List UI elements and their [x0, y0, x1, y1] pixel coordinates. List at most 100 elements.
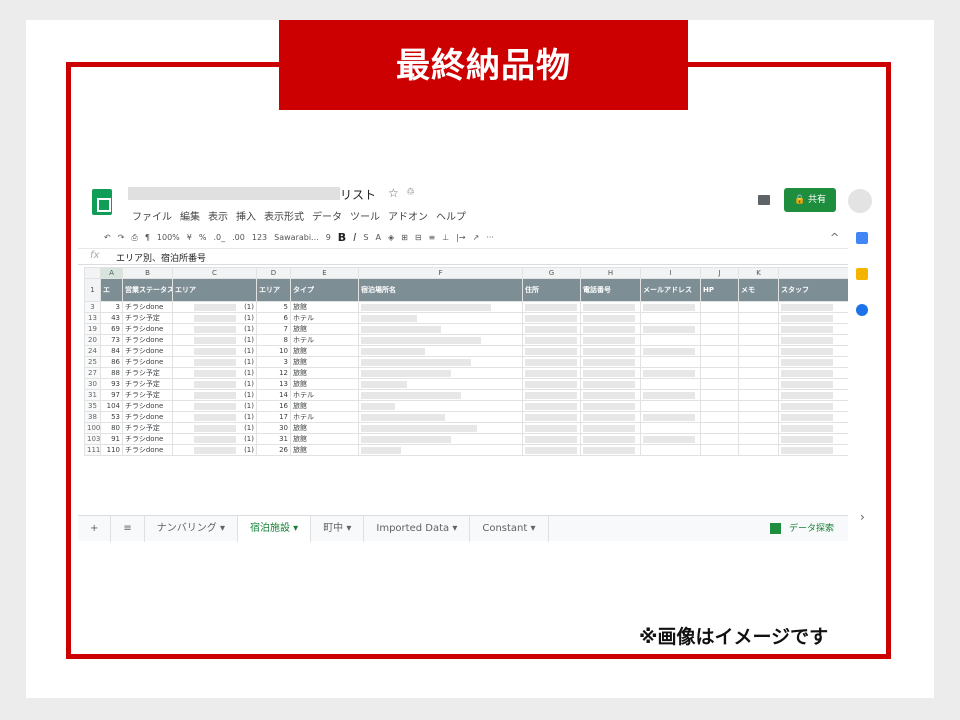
cell-redacted[interactable]: [522, 312, 581, 324]
cell-redacted[interactable]: [522, 433, 581, 445]
header-cell[interactable]: HP: [700, 278, 739, 302]
header-cell[interactable]: 営業ステータス: [122, 278, 173, 302]
cell-area[interactable]: (1): [172, 411, 257, 423]
cell-redacted[interactable]: [738, 323, 779, 335]
strikethrough-button[interactable]: S: [363, 233, 368, 242]
cell-status[interactable]: チラシ予定: [122, 367, 173, 379]
cell-status[interactable]: チラシdone: [122, 301, 173, 313]
cell-redacted[interactable]: [778, 345, 848, 357]
cell-redacted[interactable]: [358, 378, 523, 390]
row-number[interactable]: 35: [84, 400, 101, 412]
increase-decimal-button[interactable]: .00: [232, 233, 245, 242]
formula-input[interactable]: エリア別、宿泊所番号: [116, 251, 206, 264]
header-cell[interactable]: 宿泊場所名: [358, 278, 523, 302]
cell-status[interactable]: チラシdone: [122, 323, 173, 335]
cell-redacted[interactable]: [738, 389, 779, 401]
cell-area[interactable]: (1): [172, 345, 257, 357]
table-row[interactable]: 111 110 チラシdone (1) 26 旅館: [84, 444, 848, 456]
cell-redacted[interactable]: [640, 301, 701, 313]
cell-redacted[interactable]: [778, 356, 848, 368]
cell-redacted[interactable]: [358, 422, 523, 434]
table-row[interactable]: 13 43 チラシ予定 (1) 6 ホテル: [84, 312, 848, 324]
text-wrap-icon[interactable]: |→: [456, 233, 465, 242]
cell-status[interactable]: チラシ予定: [122, 422, 173, 434]
cell-area-number[interactable]: 5: [256, 301, 291, 313]
cell-area-number[interactable]: 31: [256, 433, 291, 445]
share-button[interactable]: 🔒 共有: [784, 188, 836, 212]
cell-status[interactable]: チラシ予定: [122, 312, 173, 324]
cell-redacted[interactable]: [358, 400, 523, 412]
cell-redacted[interactable]: [580, 345, 641, 357]
cell-redacted[interactable]: [522, 400, 581, 412]
cell-type[interactable]: 旅館: [290, 378, 359, 390]
cell-area[interactable]: (1): [172, 334, 257, 346]
sheet-grid[interactable]: A B C D E F G H I J K 1 エ 営業ステータス エリア エリ…: [84, 267, 848, 507]
cell-redacted[interactable]: [580, 323, 641, 335]
cell-redacted[interactable]: [778, 323, 848, 335]
cell-redacted[interactable]: [640, 400, 701, 412]
column-header[interactable]: B: [122, 267, 173, 279]
cell-redacted[interactable]: [700, 367, 739, 379]
cell-id[interactable]: 104: [100, 400, 123, 412]
cell-redacted[interactable]: [778, 334, 848, 346]
menu-view[interactable]: 表示: [208, 208, 228, 223]
table-row[interactable]: 30 93 チラシ予定 (1) 13 旅館: [84, 378, 848, 390]
cell-redacted[interactable]: [522, 301, 581, 313]
column-header[interactable]: K: [738, 267, 779, 279]
bold-button[interactable]: B: [338, 231, 346, 244]
table-row[interactable]: 31 97 チラシ予定 (1) 14 ホテル: [84, 389, 848, 401]
cell-area-number[interactable]: 17: [256, 411, 291, 423]
cell-status[interactable]: チラシdone: [122, 356, 173, 368]
row-number[interactable]: 30: [84, 378, 101, 390]
cell-type[interactable]: 旅館: [290, 444, 359, 456]
align-vertical-icon[interactable]: ⊥: [442, 233, 449, 242]
cell-id[interactable]: 110: [100, 444, 123, 456]
cell-status[interactable]: チラシ予定: [122, 389, 173, 401]
header-cell[interactable]: メールアドレス: [640, 278, 701, 302]
cell-redacted[interactable]: [738, 400, 779, 412]
cell-area-number[interactable]: 26: [256, 444, 291, 456]
column-header[interactable]: C: [172, 267, 257, 279]
column-header[interactable]: H: [580, 267, 641, 279]
cell-redacted[interactable]: [700, 422, 739, 434]
row-number[interactable]: 27: [84, 367, 101, 379]
zoom-select[interactable]: 100%: [157, 233, 180, 242]
cell-redacted[interactable]: [358, 444, 523, 456]
italic-button[interactable]: I: [353, 231, 356, 244]
cell-status[interactable]: チラシdone: [122, 433, 173, 445]
keep-icon[interactable]: [856, 268, 868, 280]
menu-insert[interactable]: 挿入: [236, 208, 256, 223]
cell-id[interactable]: 3: [100, 301, 123, 313]
table-row[interactable]: 100 80 チラシ予定 (1) 30 旅館: [84, 422, 848, 434]
cell-status[interactable]: チラシdone: [122, 444, 173, 456]
cell-redacted[interactable]: [580, 301, 641, 313]
table-row[interactable]: 19 69 チラシdone (1) 7 旅館: [84, 323, 848, 335]
cell-redacted[interactable]: [640, 389, 701, 401]
cell-area-number[interactable]: 16: [256, 400, 291, 412]
currency-format-button[interactable]: ¥: [187, 233, 192, 242]
number-format-select[interactable]: 123: [252, 233, 267, 242]
cell-area-number[interactable]: 14: [256, 389, 291, 401]
table-row[interactable]: 103 91 チラシdone (1) 31 旅館: [84, 433, 848, 445]
cell-redacted[interactable]: [358, 411, 523, 423]
cell-id[interactable]: 93: [100, 378, 123, 390]
cell-redacted[interactable]: [778, 400, 848, 412]
font-select[interactable]: Sawarabi...: [274, 233, 319, 242]
column-header[interactable]: A: [100, 267, 123, 279]
more-options-button[interactable]: ···: [486, 233, 494, 242]
header-cell[interactable]: スタッフ: [778, 278, 848, 302]
menu-format[interactable]: 表示形式: [264, 208, 304, 223]
cell-id[interactable]: 69: [100, 323, 123, 335]
cell-redacted[interactable]: [358, 323, 523, 335]
cell-id[interactable]: 91: [100, 433, 123, 445]
cell-area[interactable]: (1): [172, 389, 257, 401]
row-number[interactable]: 19: [84, 323, 101, 335]
cell-type[interactable]: ホテル: [290, 334, 359, 346]
comment-icon[interactable]: [758, 195, 770, 205]
menu-data[interactable]: データ: [312, 208, 342, 223]
cell-redacted[interactable]: [358, 367, 523, 379]
cell-redacted[interactable]: [580, 422, 641, 434]
menu-edit[interactable]: 編集: [180, 208, 200, 223]
cell-id[interactable]: 84: [100, 345, 123, 357]
cell-redacted[interactable]: [580, 433, 641, 445]
